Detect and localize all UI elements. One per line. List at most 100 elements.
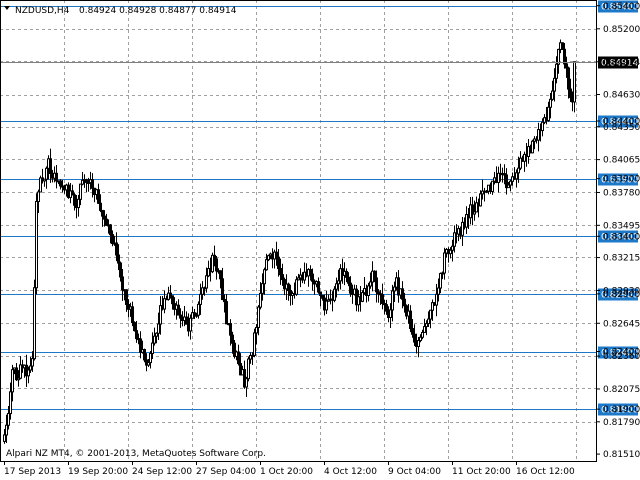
price-tick-label: 0.83215 [603, 254, 640, 264]
candle [381, 283, 384, 310]
candle-body [77, 198, 80, 209]
candle [573, 61, 576, 113]
candle [97, 183, 100, 204]
candle-body [153, 335, 156, 344]
candle [43, 178, 46, 187]
candle-body [413, 333, 416, 343]
candle-body [149, 352, 152, 364]
candle-body [97, 189, 100, 204]
candle [163, 290, 166, 314]
candle-body [549, 98, 552, 108]
candle-body [391, 290, 394, 311]
candle-body [531, 140, 534, 154]
candle-body [443, 252, 446, 274]
candle-body [11, 369, 14, 393]
price-tick-label: 0.84630 [603, 91, 640, 101]
chart-window[interactable]: 0.85400 0.84400 0.83900 0.83400 0.82900 0.824… [0, 0, 640, 480]
time-tick-label: 19 Sep 20:00 [68, 467, 128, 477]
price-axis[interactable]: 0.854000.852000.849140.846300.844000.843… [596, 2, 640, 460]
candle-body [263, 269, 266, 285]
candle-body [553, 77, 556, 92]
candle-body [435, 293, 438, 306]
candle [245, 376, 248, 397]
candle-body [349, 282, 352, 294]
candle-body [205, 275, 208, 289]
candle-body [151, 342, 154, 354]
candle-body [361, 292, 364, 302]
candle-body [259, 292, 262, 308]
candle-body [125, 289, 128, 305]
price-tick-label: 0.83900 [603, 175, 640, 185]
candle-body [439, 273, 442, 289]
candle-body [451, 245, 454, 251]
candle-body [37, 191, 40, 202]
price-tick-label: 0.85400 [603, 2, 640, 12]
candle-body [367, 285, 370, 296]
candle-body [309, 269, 312, 275]
time-axis[interactable]: 17 Sep 2013 19 Sep 20:00 24 Sep 12:00 27 Se… [4, 461, 575, 477]
price-tick-label: 0.82645 [603, 319, 640, 329]
price-tick-label: 0.81900 [603, 405, 640, 415]
candle [225, 294, 228, 325]
candle-body [267, 255, 270, 261]
price-tick-label: 0.84065 [603, 156, 640, 166]
candle-body [345, 270, 348, 278]
candle-body [73, 194, 76, 206]
candle-body [91, 179, 94, 189]
candle [483, 187, 486, 202]
candle-body [71, 190, 74, 196]
candle-body [537, 129, 540, 141]
price-tick-label: 0.84350 [603, 123, 640, 133]
candle-body [437, 287, 440, 295]
time-tick-label: 4 Oct 12:00 [324, 467, 377, 477]
candle-body [541, 121, 544, 132]
candle-body [279, 268, 282, 276]
candle-body [35, 200, 38, 289]
candle [497, 166, 500, 193]
grid [0, 0, 596, 461]
candle-body [115, 242, 118, 256]
candlestick-chart[interactable]: 0.854000.844000.839000.834000.829000.824… [0, 0, 640, 480]
candle-body [421, 331, 424, 338]
candle-body [109, 224, 112, 236]
candle-body [375, 277, 378, 293]
candle-body [401, 288, 404, 300]
candle-body [225, 301, 228, 325]
candle-body [3, 434, 6, 442]
candle-body [33, 287, 36, 360]
candle-body [163, 298, 166, 310]
candle [317, 277, 320, 294]
candle-body [189, 317, 192, 332]
candle-body [197, 303, 200, 316]
candle-body [29, 365, 32, 371]
candle-body [509, 180, 512, 186]
candle-body [491, 180, 494, 192]
time-tick-label: 27 Sep 04:00 [196, 467, 256, 477]
candle [81, 171, 84, 186]
candle-body [547, 106, 550, 121]
time-tick-label: 9 Oct 04:00 [388, 467, 441, 477]
symbol-timeframe: NZDUSD,H4 [15, 6, 70, 16]
candle-body [449, 249, 452, 255]
candle [35, 193, 38, 295]
triangle-down-icon[interactable] [4, 6, 10, 10]
candle-body [27, 369, 30, 377]
candle-body [373, 270, 376, 279]
candle-body [31, 358, 34, 367]
ohlc-values: 0.84924 0.84928 0.84877 0.84914 [79, 6, 237, 16]
candle [327, 294, 330, 302]
candle-body [221, 278, 224, 301]
candle-body [245, 378, 248, 388]
candle-body [565, 63, 568, 69]
candle [339, 264, 342, 290]
candle-body [99, 202, 102, 211]
time-tick-label: 17 Sep 2013 [4, 467, 61, 477]
candle-body [555, 63, 558, 79]
candle-body [311, 273, 314, 282]
candle-body [101, 209, 104, 217]
candle-body [253, 332, 256, 356]
candle-body [319, 291, 322, 296]
candle-body [381, 294, 384, 304]
candle-body [335, 283, 338, 290]
candle-body [277, 256, 280, 270]
